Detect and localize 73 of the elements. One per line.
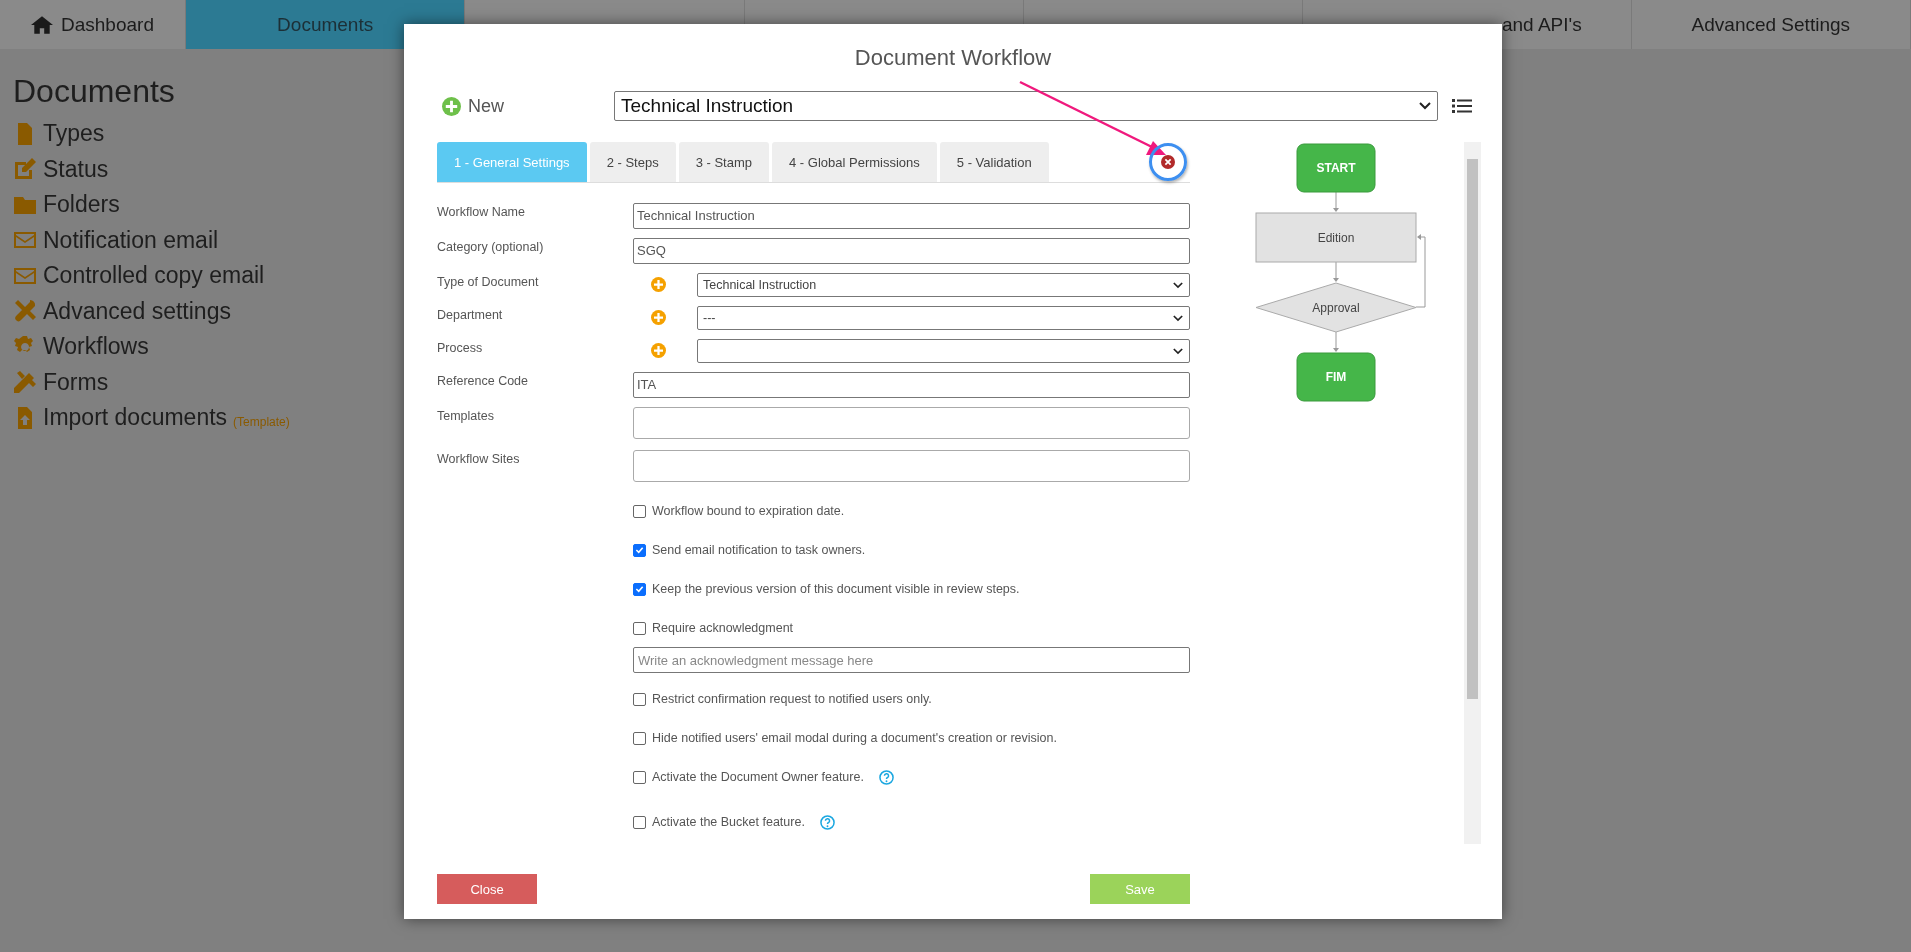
sidebar-item[interactable]: Import documents bbox=[43, 404, 228, 432]
pencil-ruler-icon bbox=[13, 370, 37, 395]
checkbox-label: Keep the previous version of this document visible in review steps. bbox=[652, 582, 1020, 596]
chevron-icon bbox=[1173, 281, 1183, 289]
checkbox[interactable] bbox=[633, 692, 646, 706]
multi-select-field[interactable] bbox=[633, 450, 1190, 482]
list-icon[interactable] bbox=[1452, 98, 1472, 114]
tools-icon bbox=[13, 299, 37, 324]
text-field[interactable]: SGQ bbox=[633, 238, 1190, 264]
checkbox[interactable] bbox=[633, 504, 646, 518]
help-icon[interactable] bbox=[819, 814, 835, 830]
checkbox[interactable] bbox=[633, 731, 646, 745]
chevron-icon bbox=[1173, 314, 1183, 322]
decision-node[interactable]: Approval bbox=[1255, 282, 1417, 333]
sidebar-item[interactable]: Folders bbox=[43, 191, 120, 219]
field-label: Workflow Sites bbox=[437, 451, 521, 466]
text-field[interactable]: ITA bbox=[633, 372, 1190, 398]
text-field[interactable]: Technical Instruction bbox=[633, 203, 1190, 229]
tab[interactable]: 5 - Validation bbox=[939, 142, 1049, 182]
checkbox-label: Activate the Document Owner feature. bbox=[652, 770, 864, 784]
field-label: Reference Code bbox=[437, 373, 530, 388]
sidebar-item[interactable]: Status bbox=[43, 155, 109, 183]
tab[interactable]: 3 - Stamp bbox=[678, 142, 769, 182]
field-label: Workflow Name bbox=[437, 204, 526, 219]
field-label: Templates bbox=[437, 408, 495, 423]
new-button[interactable]: New bbox=[437, 95, 614, 117]
close-button[interactable]: Close bbox=[437, 874, 537, 904]
edit-icon bbox=[13, 157, 37, 182]
connector-arrow bbox=[1333, 191, 1339, 212]
checkbox-label: Hide notified users' email modal during a document's creation or revision. bbox=[652, 731, 1057, 745]
checkbox-label: Send email notification to task owners. bbox=[652, 543, 866, 557]
tab[interactable]: 2 - Steps bbox=[589, 142, 676, 182]
checkbox-label: Restrict confirmation request to notified users only. bbox=[652, 692, 932, 706]
modal-title: Document Workflow bbox=[853, 44, 1053, 72]
checkbox[interactable] bbox=[633, 815, 646, 829]
sidebar-item[interactable]: Advanced settings bbox=[43, 297, 231, 325]
checkbox[interactable] bbox=[633, 543, 646, 557]
chevron-icon bbox=[1419, 102, 1431, 110]
close-icon[interactable] bbox=[1161, 155, 1175, 169]
message-field[interactable]: Write an acknowledgment message here bbox=[633, 647, 1190, 673]
checkbox-label: Workflow bound to expiration date. bbox=[652, 504, 845, 518]
select-field[interactable]: --- bbox=[697, 306, 1190, 330]
multi-select-field[interactable] bbox=[633, 407, 1190, 439]
field-label: Category (optional) bbox=[437, 239, 545, 254]
flow-node[interactable]: Edition bbox=[1255, 212, 1417, 263]
connector-arrow bbox=[1333, 331, 1339, 352]
select-field[interactable] bbox=[697, 339, 1190, 363]
sidebar-title: Documents bbox=[13, 73, 175, 110]
workflow-select[interactable]: Technical Instruction bbox=[614, 91, 1438, 121]
connector-arrow bbox=[1333, 261, 1339, 282]
checkbox[interactable] bbox=[633, 621, 646, 635]
flow-node[interactable]: FIM bbox=[1296, 352, 1376, 402]
field-label: Department bbox=[437, 307, 504, 322]
nav-tab[interactable]: Advanced Settings bbox=[1631, 0, 1911, 49]
plus-icon bbox=[442, 96, 461, 116]
checkbox-label: Require acknowledgment bbox=[652, 621, 794, 635]
chevron-icon bbox=[1173, 347, 1183, 355]
checkbox-label: Activate the Bucket feature. bbox=[652, 815, 805, 829]
field-label: Process bbox=[437, 340, 484, 355]
select-field[interactable]: Technical Instruction bbox=[697, 273, 1190, 297]
sidebar-item[interactable]: Workflows bbox=[43, 333, 149, 361]
sidebar-item[interactable]: Forms bbox=[43, 368, 109, 396]
sidebar-item[interactable]: Notification email bbox=[43, 226, 219, 254]
sidebar-item[interactable]: Controlled copy email bbox=[43, 262, 265, 290]
scrollbar[interactable] bbox=[1464, 142, 1481, 844]
home-icon bbox=[31, 15, 53, 34]
checkbox[interactable] bbox=[633, 770, 646, 784]
flow-node[interactable]: START bbox=[1296, 143, 1376, 193]
tab[interactable]: 4 - Global Permissions bbox=[772, 142, 937, 182]
checkbox[interactable] bbox=[633, 582, 646, 596]
field-label: Type of Document bbox=[437, 274, 540, 289]
sidebar-item[interactable]: Types bbox=[43, 120, 105, 148]
help-icon[interactable] bbox=[878, 769, 894, 785]
